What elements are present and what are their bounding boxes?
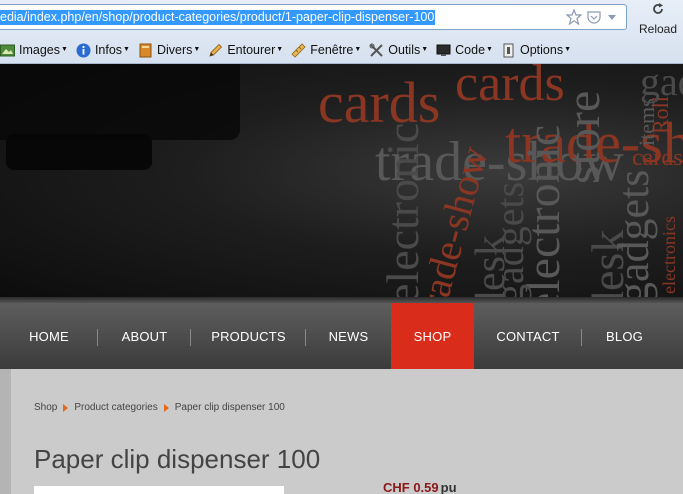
product-title: Paper clip dispenser 100 bbox=[34, 444, 321, 474]
breadcrumb: Shop Product categories Paper clip dispe… bbox=[34, 402, 285, 413]
nav-item-contact[interactable]: CONTACT bbox=[474, 303, 582, 369]
main-nav: HOME ABOUT PRODUCTS NEWS SHOP CONTACT BL… bbox=[0, 303, 683, 369]
url-bar-icons bbox=[565, 8, 622, 26]
info-icon bbox=[76, 43, 91, 58]
chevron-down-icon: ▼ bbox=[61, 45, 68, 53]
url-dropdown-icon[interactable] bbox=[606, 9, 622, 25]
price-unit: pu bbox=[440, 480, 457, 494]
logo-area bbox=[0, 64, 240, 140]
breadcrumb-current: Paper clip dispenser 100 bbox=[174, 402, 285, 413]
url-text[interactable]: edia/index.php/en/shop/product-categorie… bbox=[0, 10, 436, 25]
nav-item-shop[interactable]: SHOP bbox=[391, 303, 474, 369]
chevron-down-icon: ▼ bbox=[564, 45, 572, 53]
ruler-icon bbox=[291, 42, 306, 58]
nav-item-home[interactable]: HOME bbox=[0, 303, 98, 369]
toolbar-fenetre-label: Fenêtre bbox=[310, 43, 354, 57]
chevron-down-icon: ▼ bbox=[486, 45, 493, 53]
banner-word: gadgets bbox=[640, 64, 683, 104]
breadcrumb-arrow-icon bbox=[63, 403, 69, 412]
logo-shadow bbox=[6, 134, 152, 170]
breadcrumb-product-categories[interactable]: Product categories bbox=[74, 402, 157, 413]
bookmark-star-icon[interactable] bbox=[565, 8, 583, 26]
banner-word: cards bbox=[632, 145, 683, 171]
image-icon bbox=[0, 43, 15, 58]
chevron-down-icon: ▼ bbox=[123, 45, 130, 53]
pocket-shield-icon[interactable] bbox=[586, 9, 602, 25]
banner-word: electronics bbox=[659, 216, 679, 294]
toolbar-infos-label: Infos bbox=[94, 43, 123, 57]
toolbar-entourer-menu[interactable]: Entourer ▼ bbox=[208, 43, 283, 58]
reload-icon bbox=[635, 2, 681, 20]
toolbar-code-menu[interactable]: Code ▼ bbox=[436, 43, 493, 58]
main-content: Shop Product categories Paper clip dispe… bbox=[11, 369, 683, 494]
toolbar-outils-label: Outils bbox=[388, 43, 421, 57]
nav-item-blog[interactable]: BLOG bbox=[582, 303, 667, 369]
header-banner: cards cards trade-show trade-show cards … bbox=[0, 64, 683, 303]
toolbar-images-label: Images bbox=[19, 43, 60, 57]
toolbar-infos-menu[interactable]: Infos ▼ bbox=[76, 43, 130, 58]
banner-word: store bbox=[557, 90, 610, 184]
options-icon bbox=[501, 43, 516, 58]
reload-label: Reload bbox=[638, 22, 678, 36]
toolbar-options-label: Options bbox=[519, 43, 564, 57]
nav-item-about[interactable]: ABOUT bbox=[98, 303, 191, 369]
address-bar[interactable]: edia/index.php/en/shop/product-categorie… bbox=[0, 4, 627, 30]
toolbar-options-menu[interactable]: Options ▼ bbox=[501, 43, 571, 58]
toolbar-images-menu[interactable]: Images ▼ bbox=[0, 43, 68, 58]
reload-button[interactable]: Reload bbox=[635, 0, 681, 36]
banner-word: items bbox=[634, 98, 659, 146]
toolbar-divers-menu[interactable]: Divers ▼ bbox=[138, 43, 200, 58]
chevron-down-icon: ▼ bbox=[354, 45, 362, 53]
product-image[interactable] bbox=[34, 486, 284, 494]
book-icon bbox=[138, 43, 153, 58]
toolbar-divers-label: Divers bbox=[156, 43, 193, 57]
nav-item-products[interactable]: PRODUCTS bbox=[191, 303, 306, 369]
web-developer-toolbar: Images ▼ Infos ▼ Divers ▼ Entourer ▼ Fenêtre… bbox=[0, 40, 579, 60]
content-left-edge bbox=[0, 369, 11, 494]
nav-item-news[interactable]: NEWS bbox=[306, 303, 391, 369]
banner-word: gadgets bbox=[609, 169, 658, 303]
chevron-down-icon: ▼ bbox=[421, 45, 429, 53]
chevron-down-icon: ▼ bbox=[276, 45, 284, 53]
banner-word: cards bbox=[455, 64, 565, 112]
browser-chrome: edia/index.php/en/shop/product-categorie… bbox=[0, 0, 683, 64]
chevron-down-icon: ▼ bbox=[193, 45, 201, 53]
toolbar-entourer-label: Entourer bbox=[227, 43, 276, 57]
product-price: CHF 0.59 pu bbox=[383, 480, 457, 494]
breadcrumb-shop[interactable]: Shop bbox=[34, 402, 57, 413]
toolbar-code-label: Code bbox=[455, 43, 486, 57]
pencil-icon bbox=[208, 43, 223, 58]
toolbar-outils-menu[interactable]: Outils ▼ bbox=[369, 43, 428, 58]
toolbar-fenetre-menu[interactable]: Fenêtre ▼ bbox=[291, 42, 362, 58]
breadcrumb-arrow-icon bbox=[163, 403, 169, 412]
monitor-icon bbox=[436, 43, 451, 58]
price-amount: CHF 0.59 bbox=[383, 480, 439, 494]
banner-word: gadgets bbox=[487, 181, 532, 303]
tools-icon bbox=[369, 43, 384, 58]
